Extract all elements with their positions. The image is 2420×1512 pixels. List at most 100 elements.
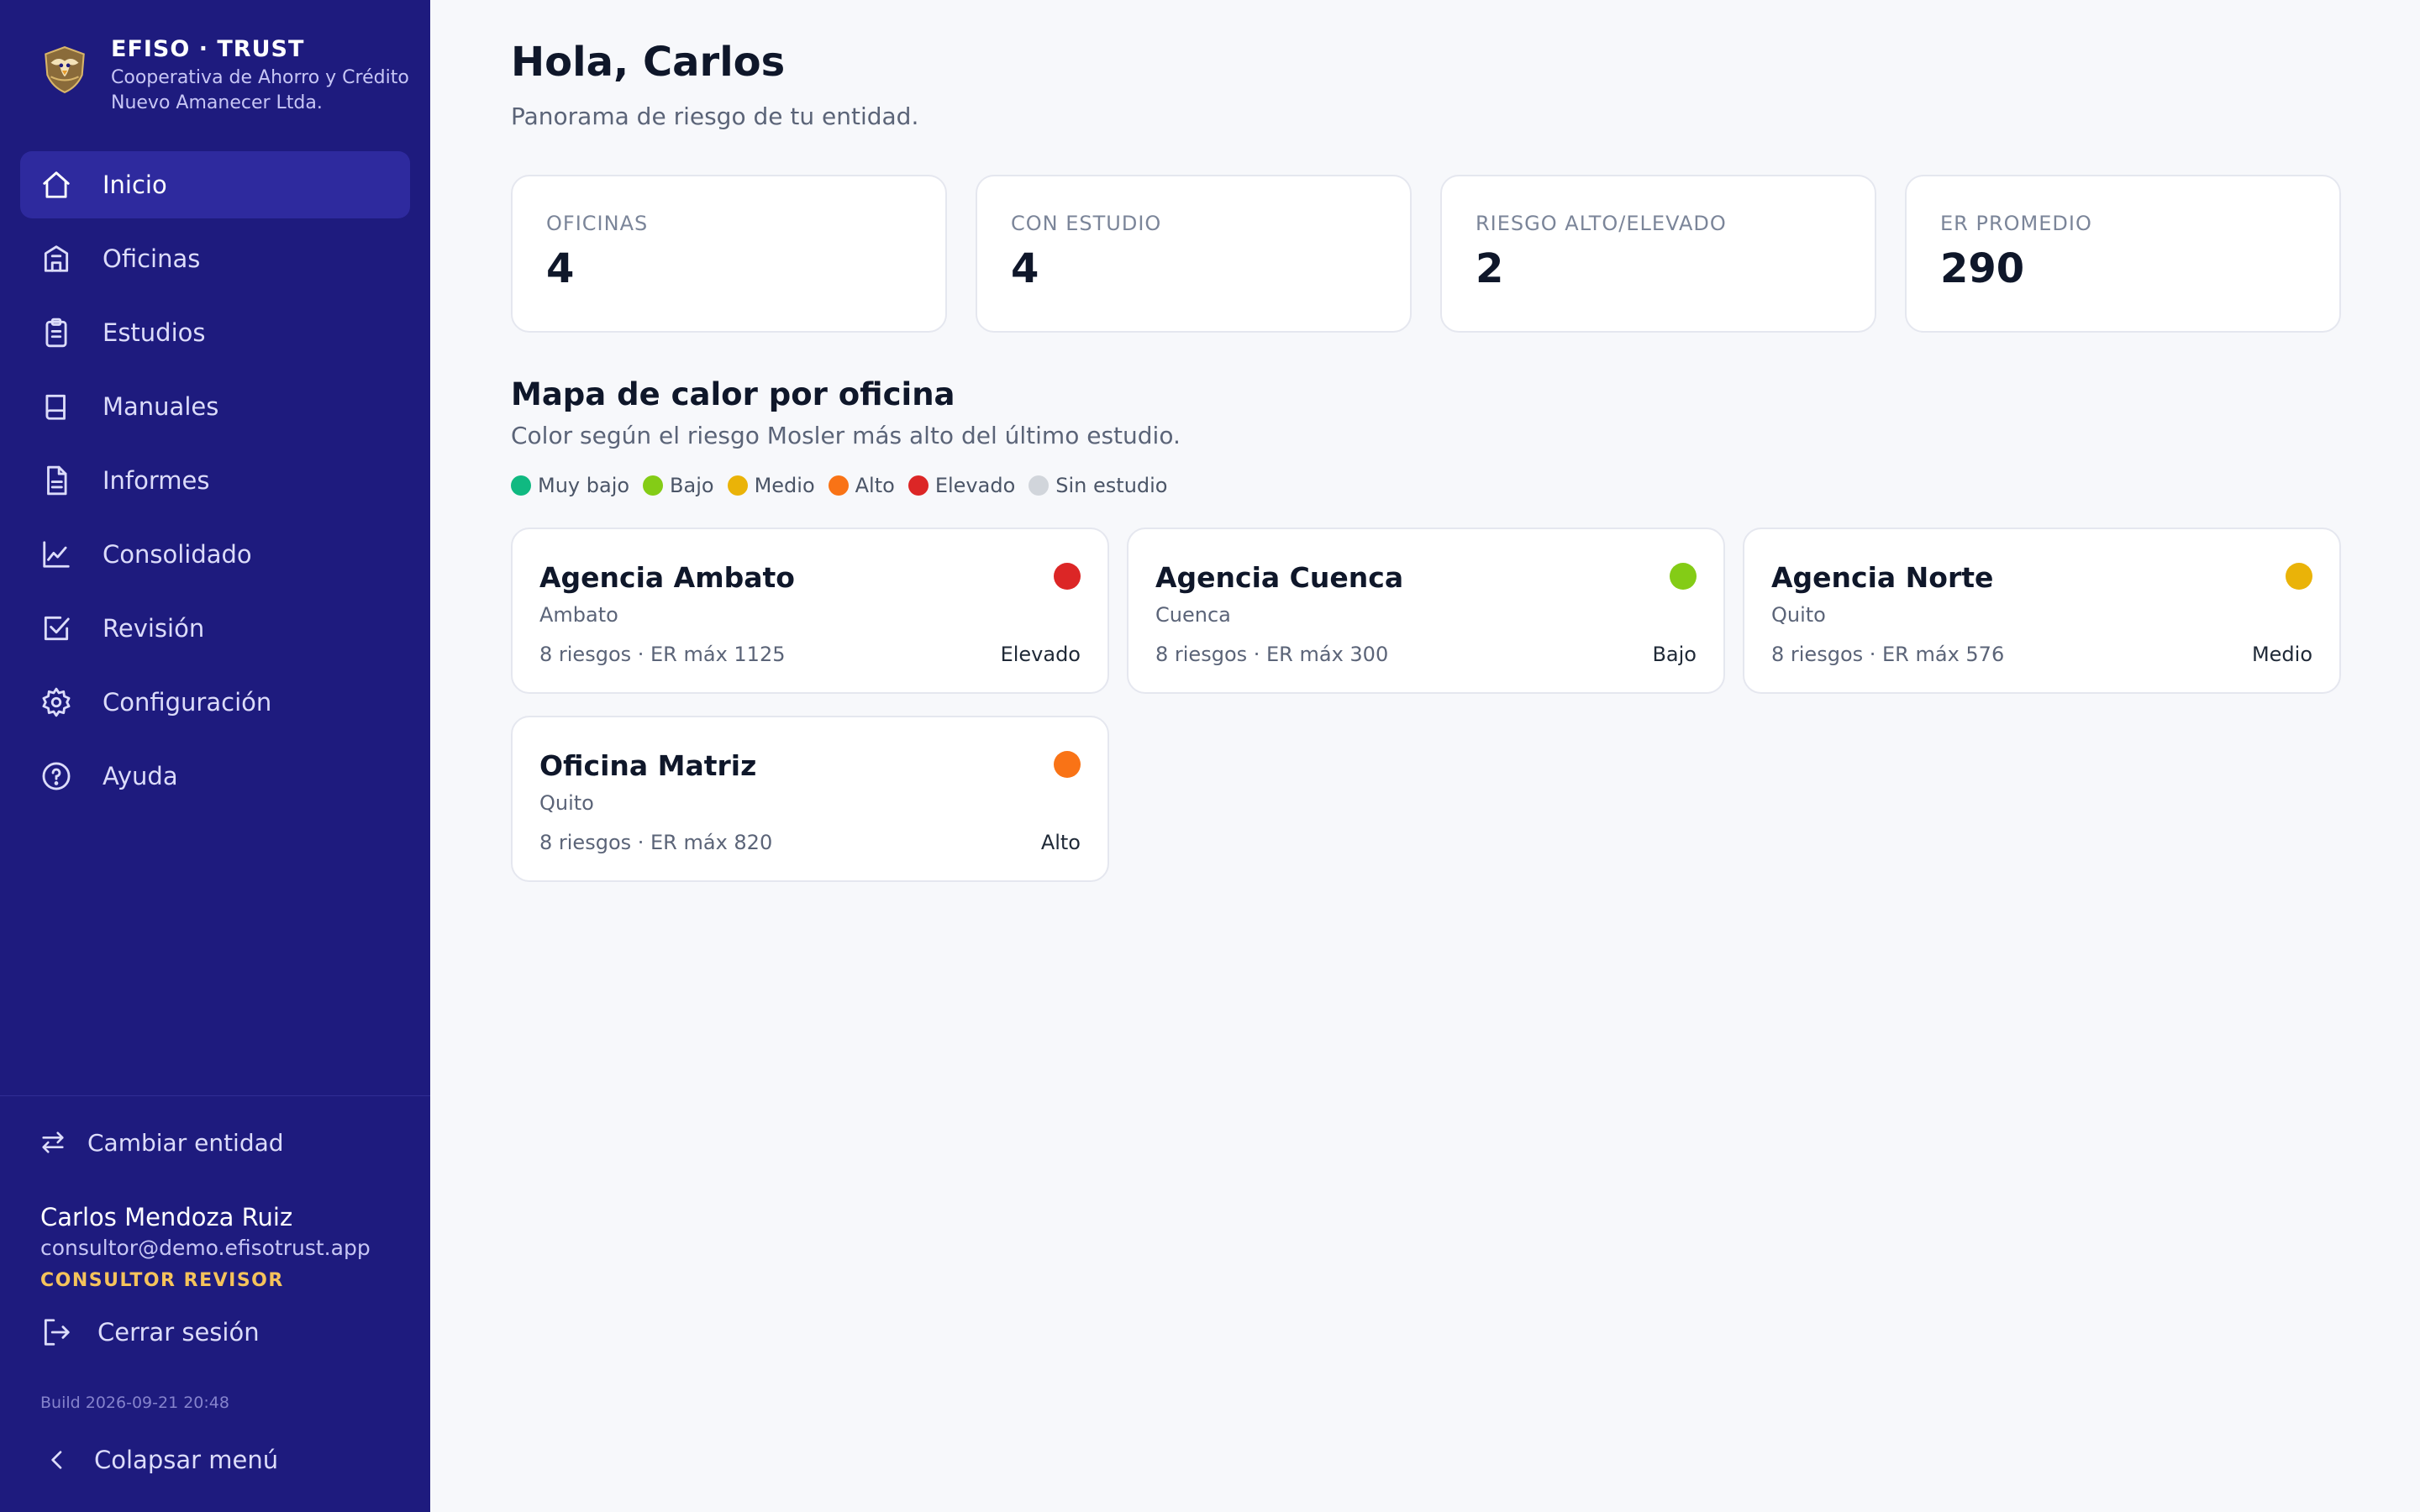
user-role: CONSULTOR REVISOR — [40, 1270, 284, 1291]
legend-label: Medio — [754, 474, 815, 497]
chart-line-icon — [43, 541, 70, 568]
checkbox-icon — [44, 616, 70, 641]
legend-label: Sin estudio — [1055, 474, 1168, 497]
main-nav: Inicio Oficinas Estudios Manuales Inform… — [20, 151, 410, 816]
stat-card-riesgo-alto: RIESGO ALTO/ELEVADO 2 — [1440, 175, 1876, 333]
office-name: Oficina Matriz — [539, 749, 757, 782]
user-profile: Carlos Mendoza Ruiz consultor@demo.efiso… — [40, 1200, 371, 1298]
nav-label: Oficinas — [103, 244, 201, 273]
risk-level: Medio — [2251, 643, 2312, 666]
main-content: Hola, Carlos Panorama de riesgo de tu en… — [430, 0, 2420, 1512]
nav-item-consolidado[interactable]: Consolidado — [20, 521, 410, 588]
nav-item-oficinas[interactable]: Oficinas — [20, 225, 410, 292]
office-name: Agencia Cuenca — [1155, 561, 1404, 594]
gear-icon — [42, 687, 71, 717]
legend-item: Alto — [828, 474, 895, 497]
stat-value: 2 — [1476, 245, 1504, 292]
office-card-agencia-cuenca[interactable]: Agencia Cuenca Cuenca 8 riesgos · ER máx… — [1127, 528, 1725, 694]
office-meta: 8 riesgos · ER máx 576 — [1771, 643, 2005, 666]
collapse-menu-button[interactable]: Colapsar menú — [44, 1446, 278, 1474]
stat-card-oficinas: OFICINAS 4 — [511, 175, 947, 333]
legend-label: Muy bajo — [538, 474, 630, 497]
stat-label: CON ESTUDIO — [1011, 212, 1162, 235]
office-city: Ambato — [539, 603, 618, 627]
logout-button[interactable]: Cerrar sesión — [40, 1316, 260, 1348]
heatmap-title: Mapa de calor por oficina — [511, 376, 955, 412]
stats-row: OFICINAS 4 CON ESTUDIO 4 RIESGO ALTO/ELE… — [511, 175, 2341, 333]
nav-item-ayuda[interactable]: Ayuda — [20, 743, 410, 810]
office-grid: Agencia Ambato Ambato 8 riesgos · ER máx… — [511, 528, 2341, 882]
heatmap-legend: Muy bajo Bajo Medio Alto Elevado Sin est… — [511, 474, 1181, 497]
legend-dot — [511, 475, 531, 496]
office-meta: 8 riesgos · ER máx 1125 — [539, 643, 786, 666]
swap-arrows-icon — [42, 1131, 64, 1153]
help-icon — [42, 762, 71, 790]
legend-dot — [643, 475, 664, 496]
chevron-left-icon — [51, 1451, 62, 1469]
stat-label: ER PROMEDIO — [1940, 212, 2092, 235]
logout-icon — [44, 1319, 70, 1346]
legend-dot — [727, 475, 748, 496]
nav-label: Inicio — [103, 171, 167, 199]
nav-label: Configuración — [103, 688, 272, 717]
stat-value: 4 — [546, 245, 575, 292]
stat-label: OFICINAS — [546, 212, 649, 235]
heatmap-subtitle: Color según el riesgo Mosler más alto de… — [511, 422, 1181, 449]
stat-card-er-promedio: ER PROMEDIO 290 — [1905, 175, 2341, 333]
building-icon — [44, 245, 69, 272]
nav-item-informes[interactable]: Informes — [20, 447, 410, 514]
legend-label: Alto — [855, 474, 895, 497]
office-city: Quito — [539, 791, 594, 815]
risk-dot — [1054, 751, 1081, 778]
sidebar: EFISO · TRUST Cooperativa de Ahorro y Cr… — [0, 0, 430, 1512]
office-name: Agencia Ambato — [539, 561, 795, 594]
legend-label: Bajo — [670, 474, 714, 497]
collapse-menu-label: Colapsar menú — [94, 1446, 279, 1474]
page-subtitle: Panorama de riesgo de tu entidad. — [511, 102, 919, 130]
document-icon — [47, 465, 67, 496]
office-card-agencia-ambato[interactable]: Agencia Ambato Ambato 8 riesgos · ER máx… — [511, 528, 1109, 694]
office-city: Cuenca — [1155, 603, 1231, 627]
nav-label: Revisión — [103, 614, 205, 643]
switch-entity-button[interactable]: Cambiar entidad — [39, 1128, 284, 1157]
office-meta: 8 riesgos · ER máx 820 — [539, 831, 773, 854]
nav-item-manuales[interactable]: Manuales — [20, 373, 410, 440]
nav-item-estudios[interactable]: Estudios — [20, 299, 410, 366]
nav-item-revision[interactable]: Revisión — [20, 595, 410, 662]
legend-item: Sin estudio — [1028, 474, 1167, 497]
office-card-oficina-matriz[interactable]: Oficina Matriz Quito 8 riesgos · ER máx … — [511, 716, 1109, 882]
risk-level: Alto — [1040, 831, 1081, 854]
risk-dot — [1054, 563, 1081, 590]
office-name: Agencia Norte — [1771, 561, 1994, 594]
page-title: Hola, Carlos — [511, 39, 786, 86]
nav-label: Manuales — [103, 392, 219, 421]
clipboard-icon — [45, 318, 67, 348]
home-icon — [43, 171, 70, 198]
legend-item: Elevado — [908, 474, 1015, 497]
eagle-shield-logo — [45, 46, 85, 93]
office-meta: 8 riesgos · ER máx 300 — [1155, 643, 1389, 666]
stat-value: 4 — [1011, 245, 1039, 292]
user-name: Carlos Mendoza Ruiz — [40, 1203, 293, 1231]
legend-item: Muy bajo — [511, 474, 629, 497]
legend-dot — [1028, 475, 1050, 496]
legend-label: Elevado — [934, 474, 1016, 497]
nav-label: Ayuda — [103, 762, 178, 790]
office-card-agencia-norte[interactable]: Agencia Norte Quito 8 riesgos · ER máx 5… — [1743, 528, 2341, 694]
user-email: consultor@demo.efisotrust.app — [40, 1236, 371, 1260]
risk-level: Elevado — [1000, 643, 1081, 666]
entity-name: Cooperativa de Ahorro y Crédito Nuevo Am… — [111, 67, 409, 113]
build-info: Build 2026-09-21 20:48 — [40, 1394, 229, 1412]
legend-dot — [908, 475, 929, 496]
brand: EFISO · TRUST Cooperativa de Ahorro y Cr… — [39, 35, 430, 116]
logout-label: Cerrar sesión — [97, 1318, 260, 1347]
stat-card-con-estudio: CON ESTUDIO 4 — [976, 175, 1412, 333]
office-city: Quito — [1771, 603, 1826, 627]
risk-dot — [1670, 563, 1697, 590]
legend-dot — [828, 475, 849, 496]
nav-item-configuracion[interactable]: Configuración — [20, 669, 410, 736]
risk-dot — [2286, 563, 2312, 590]
legend-item: Bajo — [643, 474, 714, 497]
nav-item-inicio[interactable]: Inicio — [20, 151, 410, 218]
nav-label: Consolidado — [103, 540, 252, 569]
